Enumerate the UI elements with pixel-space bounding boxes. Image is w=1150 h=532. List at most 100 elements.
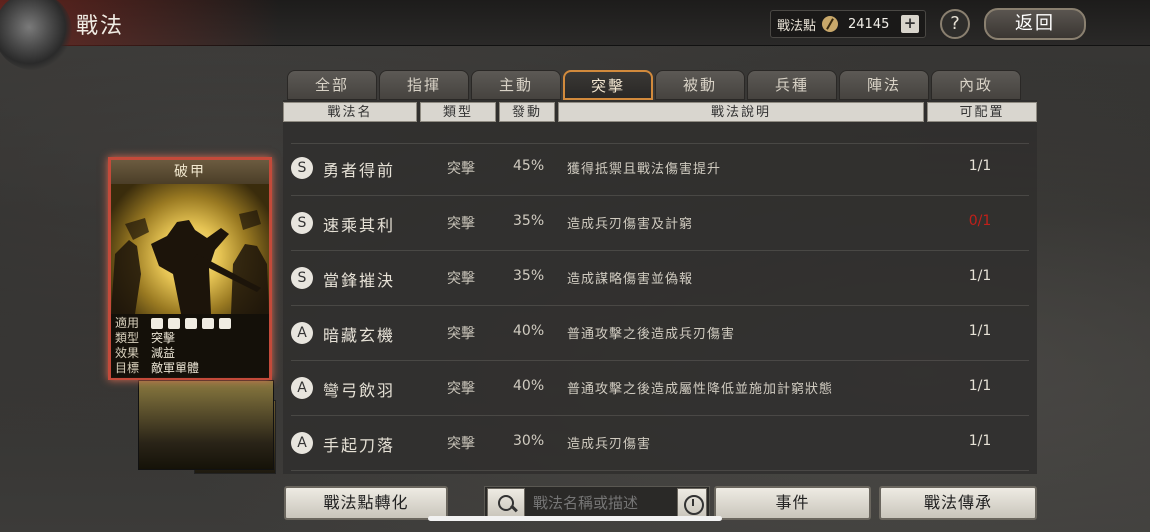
tactic-name: 速乘其利 bbox=[323, 216, 396, 235]
grade-badge: S bbox=[291, 157, 313, 179]
tactic-rate: 30% bbox=[513, 433, 545, 449]
tab-assault[interactable]: 突擊 bbox=[563, 70, 653, 100]
table-header: 戰法名 類型 發動 戰法說明 可配置 bbox=[283, 102, 1037, 122]
tactic-desc: 造成兵刃傷害及計窮 bbox=[567, 217, 694, 232]
search-box bbox=[484, 486, 710, 520]
type-value: 突擊 bbox=[151, 331, 176, 345]
table-row[interactable]: A 手起刀落 突擊 30% 造成兵刃傷害 1/1 bbox=[291, 417, 1029, 471]
target-value: 敵軍單體 bbox=[151, 361, 200, 375]
troop-type-icons bbox=[151, 316, 265, 331]
tactic-name: 彎弓飲羽 bbox=[323, 381, 396, 400]
grade-badge: A bbox=[291, 377, 313, 399]
col-header-slot[interactable]: 可配置 bbox=[927, 102, 1037, 122]
tab-passive[interactable]: 被動 bbox=[655, 70, 745, 100]
card-info: 適用 類型 突擊 效果 減益 目標 敵軍單體 bbox=[111, 314, 269, 378]
tactic-type: 突擊 bbox=[447, 381, 475, 397]
selected-tactic-card[interactable]: 破甲 適用 類型 突擊 效果 減益 目標 敵軍單體 bbox=[108, 157, 272, 380]
tactic-slot: 1/1 bbox=[968, 158, 992, 174]
cavalry-icon bbox=[151, 318, 163, 329]
tactic-slot: 1/1 bbox=[968, 378, 992, 394]
inherit-label: 戰法傳承 bbox=[923, 493, 992, 512]
event-label: 事件 bbox=[775, 493, 810, 512]
page-title: 戰法 bbox=[76, 14, 125, 39]
tactic-desc: 普通攻擊之後造成兵刃傷害 bbox=[567, 327, 736, 342]
col-header-type[interactable]: 類型 bbox=[420, 102, 496, 122]
tab-internal[interactable]: 內政 bbox=[931, 70, 1021, 100]
col-header-desc: 戰法說明 bbox=[558, 102, 924, 122]
tactic-slot: 1/1 bbox=[968, 268, 992, 284]
tactic-desc: 普通攻擊之後造成屬性降低並施加計窮狀態 bbox=[567, 382, 834, 397]
table-row-partial bbox=[291, 124, 1029, 144]
tactic-desc: 造成謀略傷害並偽報 bbox=[567, 272, 694, 287]
table-row[interactable]: S 當鋒摧決 突擊 35% 造成謀略傷害並偽報 1/1 bbox=[291, 252, 1029, 306]
col-header-name[interactable]: 戰法名 bbox=[283, 102, 417, 122]
tactic-type: 突擊 bbox=[447, 216, 475, 232]
tactic-slot: 1/1 bbox=[968, 433, 992, 449]
tactic-desc: 造成兵刃傷害 bbox=[567, 437, 652, 452]
tab-troop[interactable]: 兵種 bbox=[747, 70, 837, 100]
warrior-silhouette-art bbox=[111, 210, 269, 314]
tab-formation[interactable]: 陣法 bbox=[839, 70, 929, 100]
bow-icon bbox=[185, 318, 197, 329]
tactic-name: 暗藏玄機 bbox=[323, 326, 396, 345]
tactic-rate: 40% bbox=[513, 323, 545, 339]
home-indicator[interactable] bbox=[428, 516, 722, 521]
history-clock-icon[interactable] bbox=[677, 488, 707, 518]
tactic-rate: 45% bbox=[513, 158, 545, 174]
card-apply-row: 適用 bbox=[115, 316, 265, 331]
card-target-row: 目標 敵軍單體 bbox=[115, 361, 265, 376]
grade-badge: S bbox=[291, 267, 313, 289]
tab-active[interactable]: 主動 bbox=[471, 70, 561, 100]
back-button[interactable]: 返回 bbox=[984, 8, 1086, 40]
tactic-name: 手起刀落 bbox=[323, 436, 396, 455]
convert-points-label: 戰法點轉化 bbox=[323, 493, 409, 512]
tactic-name: 勇者得前 bbox=[323, 161, 396, 180]
points-label: 戰法點 bbox=[777, 18, 817, 34]
card-title: 破甲 bbox=[111, 160, 269, 184]
tactic-desc: 獲得抵禦且戰法傷害提升 bbox=[567, 162, 722, 177]
inherit-tactic-button[interactable]: 戰法傳承 bbox=[879, 486, 1037, 520]
tab-all[interactable]: 全部 bbox=[287, 70, 377, 100]
tactics-table: 戰法名 類型 發動 戰法說明 可配置 S 勇者得前 突擊 45% 獲得抵禦且戰法… bbox=[283, 100, 1037, 474]
add-points-button[interactable]: + bbox=[901, 15, 919, 33]
type-key: 類型 bbox=[115, 331, 140, 345]
card-type-row: 類型 突擊 bbox=[115, 331, 265, 346]
tactic-name: 當鋒摧決 bbox=[323, 271, 396, 290]
card-effect-row: 效果 減益 bbox=[115, 346, 265, 361]
quill-icon bbox=[822, 16, 839, 32]
tab-command[interactable]: 指揮 bbox=[379, 70, 469, 100]
tactic-rate: 40% bbox=[513, 378, 545, 394]
table-row[interactable]: A 彎弓飲羽 突擊 40% 普通攻擊之後造成屬性降低並施加計窮狀態 1/1 bbox=[291, 362, 1029, 416]
col-header-rate[interactable]: 發動 bbox=[499, 102, 555, 122]
tactic-slot: 0/1 bbox=[968, 213, 992, 229]
apply-key: 適用 bbox=[115, 316, 140, 330]
table-row[interactable]: S 速乘其利 突擊 35% 造成兵刃傷害及計窮 0/1 bbox=[291, 197, 1029, 251]
effect-value: 減益 bbox=[151, 346, 176, 360]
card-artwork bbox=[111, 184, 269, 314]
table-body: S 勇者得前 突擊 45% 獲得抵禦且戰法傷害提升 1/1 S 速乘其利 突擊 … bbox=[291, 124, 1029, 474]
search-icon[interactable] bbox=[487, 488, 525, 518]
tactic-rate: 35% bbox=[513, 268, 545, 284]
chariot-icon bbox=[219, 318, 231, 329]
spear-icon bbox=[202, 318, 214, 329]
help-button[interactable]: ? bbox=[940, 9, 970, 39]
top-bar: 戰法 戰法點 24145 + ? 返回 bbox=[0, 0, 1150, 70]
convert-points-button[interactable]: 戰法點轉化 bbox=[284, 486, 448, 520]
effect-key: 效果 bbox=[115, 346, 140, 360]
tactic-type: 突擊 bbox=[447, 271, 475, 287]
category-tabs: 全部 指揮 主動 突擊 被動 兵種 陣法 內政 bbox=[287, 70, 1021, 100]
tactic-slot: 1/1 bbox=[968, 323, 992, 339]
tactic-type: 突擊 bbox=[447, 326, 475, 342]
table-row[interactable]: A 暗藏玄機 突擊 40% 普通攻擊之後造成兵刃傷害 1/1 bbox=[291, 307, 1029, 361]
tactic-rate: 35% bbox=[513, 213, 545, 229]
grade-badge: A bbox=[291, 432, 313, 454]
search-input[interactable] bbox=[525, 494, 677, 512]
points-value: 24145 bbox=[848, 16, 890, 32]
target-key: 目標 bbox=[115, 361, 140, 375]
tactic-type: 突擊 bbox=[447, 161, 475, 177]
table-row[interactable]: S 勇者得前 突擊 45% 獲得抵禦且戰法傷害提升 1/1 bbox=[291, 142, 1029, 196]
grade-badge: A bbox=[291, 322, 313, 344]
shield-icon bbox=[168, 318, 180, 329]
event-button[interactable]: 事件 bbox=[714, 486, 871, 520]
card-stack-middle bbox=[138, 380, 274, 470]
